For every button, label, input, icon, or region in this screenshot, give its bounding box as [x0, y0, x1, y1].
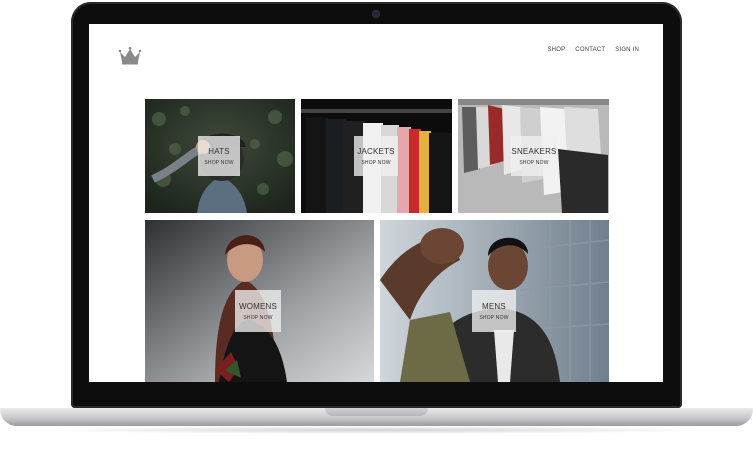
category-title: HATS: [208, 146, 230, 156]
hats-label-box[interactable]: HATS SHOP NOW: [198, 136, 240, 176]
category-title: MENS: [482, 301, 506, 311]
category-title: WOMENS: [238, 301, 278, 311]
crown-icon[interactable]: [118, 46, 142, 66]
sneakers-label-box[interactable]: SNEAKERS SHOP NOW: [511, 136, 557, 176]
category-title: JACKETS: [357, 146, 395, 156]
shop-now-link[interactable]: SHOP NOW: [479, 315, 508, 321]
category-tile-jackets[interactable]: JACKETS SHOP NOW: [301, 99, 452, 213]
womens-label-box[interactable]: WOMENS SHOP NOW: [235, 290, 281, 332]
webcam: [373, 11, 379, 17]
shop-now-link[interactable]: SHOP NOW: [361, 160, 390, 166]
shop-now-link[interactable]: SHOP NOW: [204, 160, 233, 166]
laptop-shadow: [30, 426, 723, 434]
mens-label-box[interactable]: MENS SHOP NOW: [472, 290, 516, 332]
nav-sign-in[interactable]: SIGN IN: [615, 47, 639, 53]
category-tile-hats[interactable]: HATS SHOP NOW: [145, 99, 295, 213]
shop-now-link[interactable]: SHOP NOW: [519, 160, 548, 166]
category-title: SNEAKERS: [511, 146, 557, 156]
laptop-screen: SHOP CONTACT SIGN IN HATS SHOP NOW JACKE…: [89, 24, 663, 382]
laptop-base-notch: [325, 408, 428, 416]
category-tile-mens[interactable]: MENS SHOP NOW: [380, 220, 609, 382]
category-tile-sneakers[interactable]: SNEAKERS SHOP NOW: [458, 99, 609, 213]
category-tile-womens[interactable]: WOMENS SHOP NOW: [145, 220, 374, 382]
nav-contact[interactable]: CONTACT: [575, 47, 605, 53]
shop-now-link[interactable]: SHOP NOW: [243, 315, 272, 321]
top-nav: SHOP CONTACT SIGN IN: [547, 47, 639, 53]
jackets-label-box[interactable]: JACKETS SHOP NOW: [354, 136, 398, 176]
nav-shop[interactable]: SHOP: [547, 47, 565, 53]
